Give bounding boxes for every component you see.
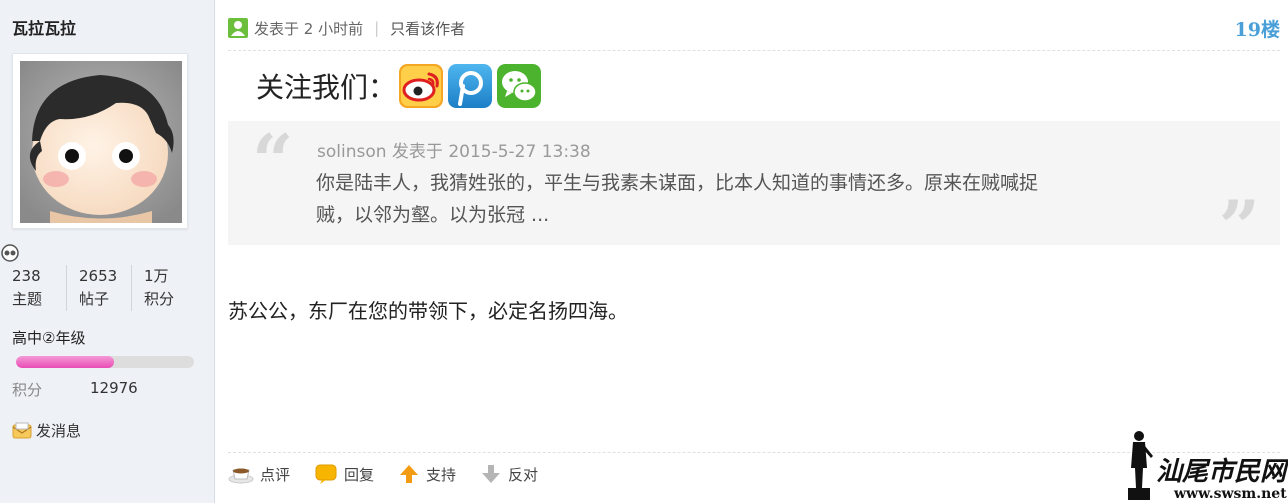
stat-credits-label: 积分: [144, 290, 175, 308]
watermark-title: 汕尾市民网: [1156, 457, 1288, 487]
post-actions: 点评 回复 支持 反对: [228, 463, 562, 485]
post-header: 发表于 2 小时前 | 只看该作者: [228, 15, 465, 41]
header-divider: [228, 50, 1280, 51]
oppose-button[interactable]: 反对: [480, 463, 538, 485]
quote-text: 你是陆丰人，我猜姓张的，平生与我素未谋面，比本人知道的事情还多。原来在贼喊捉 贼…: [316, 167, 1166, 231]
support-button[interactable]: 支持: [398, 463, 456, 485]
close-quote-icon: ”: [1218, 184, 1260, 269]
post-time: 发表于 2 小时前: [254, 19, 364, 38]
stat-credits[interactable]: 1万 积分: [131, 265, 199, 311]
arrow-down-icon: [482, 465, 501, 483]
send-message-label: 发消息: [36, 422, 82, 440]
credit-label: 积分: [12, 381, 43, 399]
username[interactable]: 瓦拉瓦拉: [12, 15, 76, 39]
credit-row: 积分 12976: [12, 379, 138, 400]
support-label: 支持: [426, 465, 457, 484]
quoted-post: “ solinson 发表于 2015-5-27 13:38 你是陆丰人，我猜姓…: [228, 118, 1280, 267]
online-author-icon: [228, 18, 248, 38]
follow-label: 关注我们：: [256, 71, 397, 104]
user-level[interactable]: 高中②年级: [12, 327, 85, 348]
quote-meta: solinson 发表于 2015-5-27 13:38: [317, 142, 591, 162]
reply-button[interactable]: 回复: [314, 463, 374, 485]
meta-separator: |: [374, 19, 380, 37]
author-sidebar: 瓦拉瓦拉 238 主题 2653 帖子 1万 积分 高中②年级 积分 12976…: [0, 0, 215, 503]
stat-posts-count: 2653: [79, 267, 118, 285]
speech-bubble-icon: [315, 464, 337, 484]
stat-threads-label: 主题: [12, 290, 43, 308]
post-body: 苏公公，东厂在您的带领下，必定名扬四海。: [228, 299, 628, 323]
avatar[interactable]: [12, 53, 188, 229]
quote-line-2: 贼，以邻为壑。以为张冠 ...: [316, 204, 550, 226]
stat-posts[interactable]: 2653 帖子: [66, 265, 134, 311]
stat-threads[interactable]: 238 主题: [0, 265, 70, 311]
rank-icon: [0, 241, 20, 263]
open-quote-icon: “: [252, 118, 294, 203]
tencent-weibo-icon[interactable]: [448, 64, 493, 108]
level-progress-bar: [16, 356, 194, 368]
envelope-icon: [12, 422, 32, 438]
quote-line-1: 你是陆丰人，我猜姓张的，平生与我素未谋面，比本人知道的事情还多。原来在贼喊捉: [316, 172, 1039, 194]
coffee-cup-icon: [228, 468, 254, 484]
comment-button[interactable]: 点评: [228, 464, 290, 485]
credit-value: 12976: [90, 379, 138, 397]
arrow-up-icon: [400, 465, 419, 483]
send-message-link[interactable]: 发消息: [12, 420, 81, 441]
avatar-image: [20, 61, 182, 223]
stat-threads-count: 238: [12, 267, 41, 285]
weibo-icon[interactable]: [399, 64, 444, 108]
follow-us: 关注我们：: [256, 64, 546, 108]
watermark-url: www.swsm.net: [1173, 486, 1287, 502]
reply-label: 回复: [344, 465, 375, 484]
user-stats: 238 主题 2653 帖子 1万 积分: [0, 265, 200, 311]
statue-icon: [1128, 431, 1153, 500]
wechat-icon[interactable]: [497, 64, 542, 108]
floor-number[interactable]: 19楼: [1235, 15, 1280, 42]
level-progress-fill: [16, 356, 114, 368]
comment-label: 点评: [260, 465, 291, 484]
stat-posts-label: 帖子: [79, 290, 110, 308]
stat-credits-count: 1万: [144, 267, 169, 285]
site-watermark: 汕尾市民网 www.swsm.net: [1118, 428, 1288, 503]
oppose-label: 反对: [508, 465, 539, 484]
only-author-link[interactable]: 只看该作者: [390, 18, 465, 39]
